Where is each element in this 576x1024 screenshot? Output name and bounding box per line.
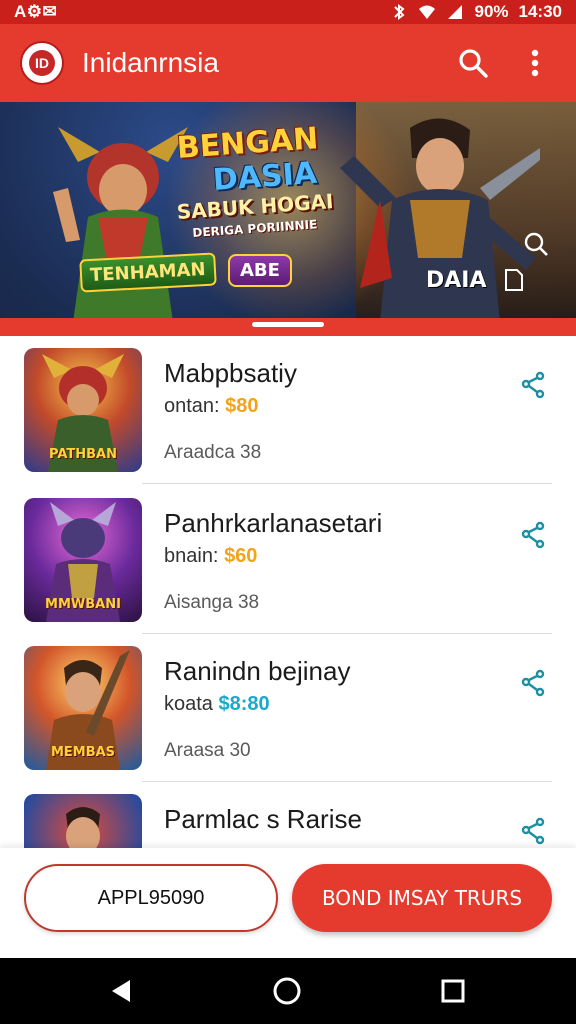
product-list: PATHBAN Mabpbsatiy ontan: $80 Araadca 38 — [0, 336, 576, 848]
item-thumbnail[interactable] — [24, 794, 142, 848]
app-logo-mark: ID — [29, 50, 55, 76]
banner-indicator-strip — [0, 318, 576, 336]
share-icon[interactable] — [522, 230, 550, 258]
back-icon[interactable] — [106, 976, 136, 1006]
app-logo[interactable]: ID — [20, 41, 64, 85]
bottom-action-bar: APPL95090 BOND IMSAY TRURS — [0, 848, 576, 958]
item-price-line: ontan: $80 — [164, 394, 259, 418]
document-icon[interactable] — [504, 268, 524, 292]
item-meta: Aisanga 38 — [164, 592, 260, 613]
item-price-label: ontan: — [164, 395, 220, 417]
item-price: $60 — [224, 545, 258, 567]
battery-percent: 90% — [474, 2, 509, 21]
item-name[interactable]: Mabpbsatiy — [164, 358, 297, 388]
primary-action-button[interactable]: BOND IMSAY TRURS — [292, 864, 552, 932]
system-nav-bar — [0, 958, 576, 1024]
item-thumbnail[interactable]: MMWBANI — [24, 498, 142, 622]
item-meta: Araasa 30 — [164, 740, 251, 761]
secondary-action-button[interactable]: APPL95090 — [24, 864, 278, 932]
banner-tag-mid: ABE — [228, 254, 292, 287]
item-price: $80 — [225, 395, 259, 417]
item-name[interactable]: Panhrkarlanasetari — [164, 508, 382, 538]
status-left-icons: A⚙✉ — [14, 2, 58, 21]
status-right: 90% 14:30 — [390, 2, 562, 22]
item-price-label: bnain: — [164, 545, 219, 567]
carousel-page-indicator[interactable] — [252, 322, 324, 327]
wifi-icon — [419, 5, 436, 19]
thumbnail-label: MEMBAS — [50, 745, 116, 760]
share-icon[interactable] — [518, 816, 548, 846]
bluetooth-icon — [394, 4, 406, 20]
item-price: $8:80 — [218, 693, 270, 715]
item-name[interactable]: Ranindn bejinay — [164, 656, 350, 686]
more-vert-icon[interactable] — [520, 46, 550, 80]
share-icon[interactable] — [518, 520, 548, 550]
list-item[interactable]: MEMBAS Ranindn bejinay koata $8:80 Araas… — [0, 634, 576, 782]
clock: 14:30 — [518, 2, 562, 21]
item-price-line: bnain: $60 — [164, 544, 257, 568]
status-bar: A⚙✉ 90% 14:30 — [0, 0, 576, 24]
item-thumbnail[interactable]: MEMBAS — [24, 646, 142, 770]
list-item[interactable]: MMWBANI Panhrkarlanasetari bnain: $60 Ai… — [0, 486, 576, 634]
warrior-thumbnail-illustration — [66, 807, 100, 848]
hero-banner[interactable]: BENGAN DASIA SABUK HOGAI DERIGA PORIINNI… — [0, 102, 576, 318]
list-item[interactable]: Parmlac s Rarise — [0, 782, 576, 848]
list-divider — [142, 483, 552, 484]
item-meta: Araadca 38 — [164, 442, 262, 463]
list-item[interactable]: PATHBAN Mabpbsatiy ontan: $80 Araadca 38 — [0, 336, 576, 484]
item-name[interactable]: Parmlac s Rarise — [164, 804, 362, 834]
item-price-line: koata $8:80 — [164, 692, 270, 716]
thumbnail-label: MMWBANI — [45, 597, 121, 612]
signal-icon — [448, 5, 463, 19]
share-icon[interactable] — [518, 668, 548, 698]
recent-apps-icon[interactable] — [440, 978, 466, 1004]
thumbnail-label: PATHBAN — [49, 447, 117, 462]
share-icon[interactable] — [518, 370, 548, 400]
item-thumbnail[interactable]: PATHBAN — [24, 348, 142, 472]
banner-right-label: DAIA — [426, 268, 487, 293]
app-bar: ID Inidanrnsia — [0, 24, 576, 102]
item-price-label: koata — [164, 693, 213, 715]
search-icon[interactable] — [456, 46, 490, 80]
home-icon[interactable] — [272, 976, 302, 1006]
app-title: Inidanrnsia — [82, 47, 219, 78]
